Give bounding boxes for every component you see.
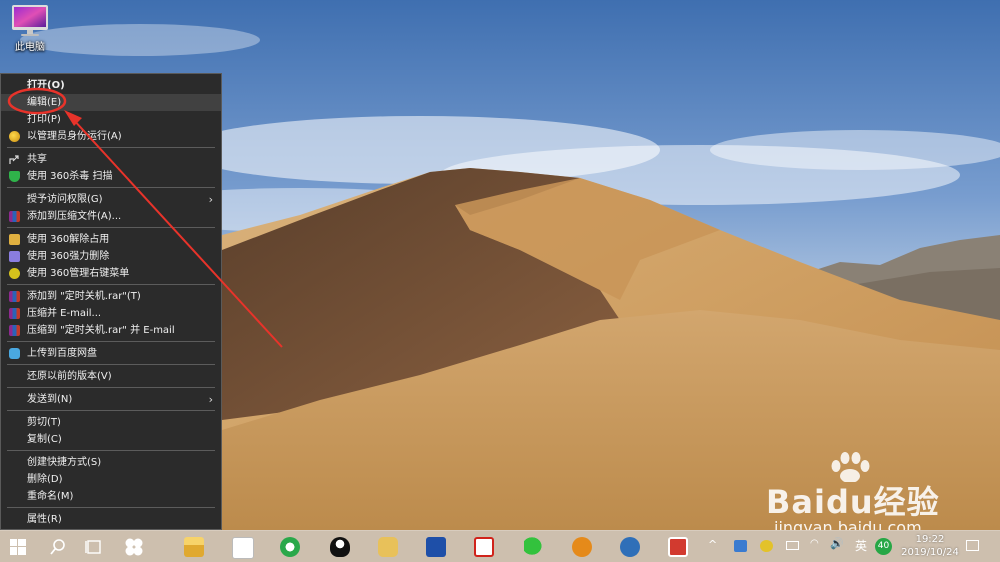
menu-item-create-shortcut[interactable]: 创建快捷方式(S) [1, 454, 221, 471]
desktop: 此电脑 打开(O) 编辑(E) 打印(P) 以管理员身份运行(A) 共享 使用 … [0, 0, 1000, 562]
360-delete-icon [9, 251, 20, 262]
yuanbao-app[interactable] [374, 533, 402, 561]
tray-badge[interactable]: 40 [875, 538, 892, 555]
menu-item-delete[interactable]: 删除(D) [1, 471, 221, 488]
tray-360-icon[interactable] [760, 540, 773, 552]
computer-monitor-icon [10, 4, 50, 36]
desktop-icon-label: 此电脑 [15, 42, 45, 53]
avatar-app-icon [620, 537, 640, 557]
menu-item-run-as-admin[interactable]: 以管理员身份运行(A) [1, 128, 221, 145]
qq-icon [330, 537, 350, 557]
baidu-netdisk-icon [9, 348, 20, 359]
menu-separator [7, 187, 215, 188]
menu-item-share[interactable]: 共享 [1, 151, 221, 168]
red-app[interactable] [470, 533, 498, 561]
360-menu-icon [9, 268, 20, 279]
menu-separator [7, 507, 215, 508]
winrar-icon [9, 308, 20, 319]
menu-separator [7, 284, 215, 285]
battery-icon[interactable] [786, 541, 799, 550]
menu-item-copy[interactable]: 复制(C) [1, 431, 221, 448]
power-app-icon [668, 537, 688, 557]
winrar-icon [9, 211, 20, 222]
360-unlock-icon [9, 234, 20, 245]
volume-icon[interactable]: 🔊 [830, 537, 844, 550]
menu-item-360-unlock[interactable]: 使用 360解除占用 [1, 231, 221, 248]
menu-item-send-to[interactable]: 发送到(N) › [1, 391, 221, 408]
menu-item-compress-rar-email[interactable]: 压缩到 "定时关机.rar" 并 E-mail [1, 322, 221, 339]
this-pc-desktop-icon[interactable]: 此电脑 [4, 4, 56, 53]
menu-item-edit[interactable]: 编辑(E) [1, 94, 221, 111]
file-explorer-app[interactable] [180, 533, 208, 561]
winrar-icon [9, 291, 20, 302]
wechat-icon [524, 537, 544, 557]
menu-separator [7, 364, 215, 365]
menu-item-compress-email[interactable]: 压缩并 E-mail... [1, 305, 221, 322]
submenu-arrow-icon: › [208, 193, 213, 206]
menu-item-print[interactable]: 打印(P) [1, 111, 221, 128]
context-menu: 打开(O) 编辑(E) 打印(P) 以管理员身份运行(A) 共享 使用 360杀… [0, 73, 222, 530]
keyhole-icon [572, 537, 592, 557]
pinwheel-app[interactable] [120, 533, 148, 561]
menu-separator [7, 227, 215, 228]
menu-item-restore-versions[interactable]: 还原以前的版本(V) [1, 368, 221, 385]
menu-separator [7, 387, 215, 388]
avatar-app[interactable] [616, 533, 644, 561]
menu-item-properties[interactable]: 属性(R) [1, 511, 221, 528]
submenu-arrow-icon: › [208, 393, 213, 406]
menu-item-open[interactable]: 打开(O) [1, 77, 221, 94]
start-button[interactable] [4, 533, 32, 561]
task-view-button[interactable] [80, 533, 108, 561]
store-app[interactable] [228, 533, 256, 561]
notification-center-icon[interactable] [966, 540, 979, 551]
file-explorer-icon [184, 537, 204, 557]
menu-item-add-to-rar[interactable]: 添加到 "定时关机.rar"(T) [1, 288, 221, 305]
menu-item-rename[interactable]: 重命名(M) [1, 488, 221, 505]
winrar-icon [9, 325, 20, 336]
clock-time: 19:22 [915, 534, 945, 545]
search-button[interactable] [44, 533, 72, 561]
app-icon-tools [426, 537, 446, 557]
menu-item-baidu-upload[interactable]: 上传到百度网盘 [1, 345, 221, 362]
menu-item-360-scan[interactable]: 使用 360杀毒 扫描 [1, 168, 221, 185]
wifi-icon[interactable]: ◠ [810, 538, 819, 549]
wechat-app[interactable] [520, 533, 548, 561]
yuanbao-icon [378, 537, 398, 557]
360-shield-icon [9, 171, 20, 182]
menu-separator [7, 450, 215, 451]
search-icon [50, 539, 65, 555]
share-icon [9, 154, 20, 165]
start-icon [10, 539, 26, 555]
tray-overflow-chevron-icon[interactable]: ^ [708, 538, 717, 551]
keyhole-app[interactable] [568, 533, 596, 561]
menu-item-add-to-archive[interactable]: 添加到压缩文件(A)... [1, 208, 221, 225]
task-view-icon [85, 540, 101, 554]
menu-item-grant-access[interactable]: 授予访问权限(G) › [1, 191, 221, 208]
taskbar: ^ ◠ 🔊 英 40 19:22 2019/10/24 [0, 530, 1000, 562]
store-icon [232, 537, 254, 559]
menu-separator [7, 147, 215, 148]
menu-separator [7, 410, 215, 411]
power-app[interactable] [664, 533, 692, 561]
menu-item-360-force-delete[interactable]: 使用 360强力删除 [1, 248, 221, 265]
watermark-brand: Baidu经验 [766, 483, 940, 521]
tools-app[interactable] [422, 533, 450, 561]
ime-indicator[interactable]: 英 [855, 537, 867, 554]
qq-app[interactable] [326, 533, 354, 561]
system-clock[interactable]: 19:22 2019/10/24 [894, 533, 966, 559]
menu-item-360-menu-manager[interactable]: 使用 360管理右键菜单 [1, 265, 221, 282]
menu-separator [7, 341, 215, 342]
ie-browser-app[interactable] [276, 533, 304, 561]
app-icon-red [474, 537, 494, 557]
menu-item-cut[interactable]: 剪切(T) [1, 414, 221, 431]
ie-browser-icon [280, 537, 300, 557]
tray-app-icon[interactable] [734, 540, 747, 552]
pinwheel-icon [125, 538, 143, 556]
run-as-admin-icon [9, 131, 20, 142]
baidu-jingyan-watermark: Baidu经验 jingyan.baidu.com [740, 452, 1000, 537]
clock-date: 2019/10/24 [901, 547, 959, 558]
